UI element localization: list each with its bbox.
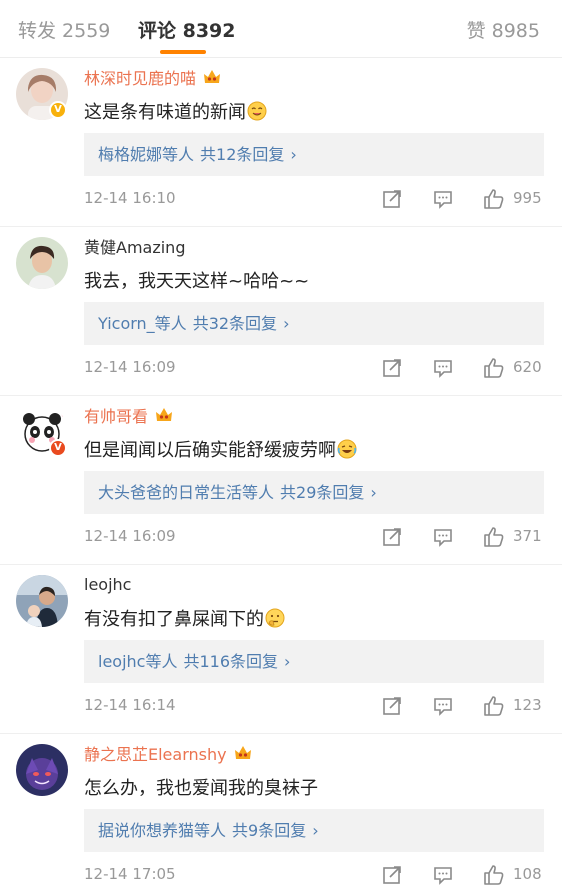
thumbs-up-icon[interactable] <box>483 526 505 548</box>
reply-summary[interactable]: Yicorn_等人 共32条回复 › <box>84 302 544 345</box>
thumbs-up-icon[interactable] <box>483 188 505 210</box>
drool-face-emoji <box>247 101 267 121</box>
vip-member-icon <box>153 405 175 425</box>
comment-text: 我去，我天天这样~哈哈~~ <box>84 271 310 292</box>
username[interactable]: 有帅哥看 <box>84 403 148 427</box>
comment-text: 这是条有味道的新闻 <box>84 98 267 124</box>
comment-text: 怎么办，我也爱闻我的臭袜子 <box>84 778 318 799</box>
reply-summary[interactable]: 据说你想养猫等人 共9条回复 › <box>84 809 544 852</box>
username[interactable]: 静之思芷Elearnshy <box>84 741 227 765</box>
share-icon[interactable] <box>381 188 403 210</box>
comment-text: 有没有扣了鼻屎闻下的 <box>84 605 285 631</box>
avatar[interactable] <box>16 744 68 796</box>
tab-repost[interactable]: 转发 2559 <box>18 16 110 43</box>
comment-item: leojhc 有没有扣了鼻屎闻下的 leojhc等人 共116条回复 › 12-14… <box>0 565 562 734</box>
thinking-face-emoji <box>265 608 285 628</box>
verified-badge-icon: V <box>49 439 67 457</box>
chevron-right-icon: › <box>290 145 297 164</box>
comment-text: 但是闻闻以后确实能舒缓疲劳啊 <box>84 436 357 462</box>
laugh-tears-emoji <box>337 439 357 459</box>
active-tab-indicator <box>160 50 206 54</box>
thumbs-up-icon[interactable] <box>483 357 505 379</box>
share-icon[interactable] <box>381 526 403 548</box>
share-icon[interactable] <box>381 695 403 717</box>
timestamp: 12-14 17:05 <box>84 865 176 883</box>
like-count: 123 <box>513 696 542 714</box>
timestamp: 12-14 16:09 <box>84 527 176 545</box>
timestamp: 12-14 16:14 <box>84 696 176 714</box>
chevron-right-icon: › <box>370 483 377 502</box>
timestamp: 12-14 16:09 <box>84 358 176 376</box>
avatar[interactable] <box>16 237 68 289</box>
like-count: 995 <box>513 189 542 207</box>
thumbs-up-icon[interactable] <box>483 695 505 717</box>
comment-item: 静之思芷Elearnshy 怎么办，我也爱闻我的臭袜子 据说你想养猫等人 共9条回… <box>0 734 562 896</box>
comment-icon[interactable] <box>432 864 454 886</box>
share-icon[interactable] <box>381 357 403 379</box>
avatar[interactable] <box>16 575 68 627</box>
comment-item: 黄健Amazing 我去，我天天这样~哈哈~~ Yicorn_等人 共32条回复 ›… <box>0 227 562 396</box>
comment-item: V 有帅哥看 但是闻闻以后确实能舒缓疲劳啊 大头爸爸的日常生活等人 共29条回复 ›… <box>0 396 562 565</box>
verified-badge-icon: V <box>49 101 67 119</box>
like-count: 620 <box>513 358 542 376</box>
comment-icon[interactable] <box>432 695 454 717</box>
like-count: 108 <box>513 865 542 883</box>
like-count: 371 <box>513 527 542 545</box>
chevron-right-icon: › <box>283 314 290 333</box>
username[interactable]: 林深时见鹿的喵 <box>84 65 196 89</box>
vip-member-icon <box>201 67 223 87</box>
timestamp: 12-14 16:10 <box>84 189 176 207</box>
comment-icon[interactable] <box>432 357 454 379</box>
chevron-right-icon: › <box>284 652 291 671</box>
comment-icon[interactable] <box>432 526 454 548</box>
username[interactable]: 黄健Amazing <box>84 234 185 258</box>
share-icon[interactable] <box>381 864 403 886</box>
reply-summary[interactable]: leojhc等人 共116条回复 › <box>84 640 544 683</box>
comment-icon[interactable] <box>432 188 454 210</box>
comment-item: V 林深时见鹿的喵 这是条有味道的新闻 梅格妮娜等人 共12条回复 › 12-14 … <box>0 58 562 227</box>
tab-likes[interactable]: 赞 8985 <box>467 16 540 43</box>
chevron-right-icon: › <box>312 821 319 840</box>
reply-summary[interactable]: 梅格妮娜等人 共12条回复 › <box>84 133 544 176</box>
username[interactable]: leojhc <box>84 575 131 594</box>
thumbs-up-icon[interactable] <box>483 864 505 886</box>
reply-summary[interactable]: 大头爸爸的日常生活等人 共29条回复 › <box>84 471 544 514</box>
vip-member-icon <box>232 743 254 763</box>
comment-tabs: 转发 2559 评论 8392 赞 8985 <box>0 0 562 58</box>
tab-comments[interactable]: 评论 8392 <box>138 16 236 43</box>
